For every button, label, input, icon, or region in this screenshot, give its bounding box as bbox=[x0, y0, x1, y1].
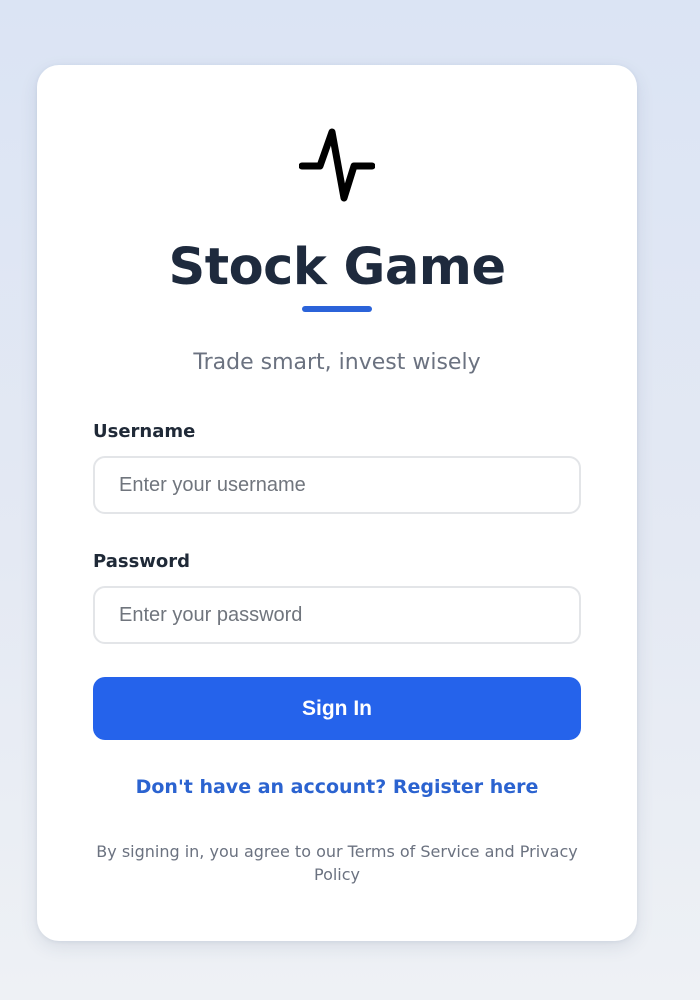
app-subtitle: Trade smart, invest wisely bbox=[193, 350, 481, 375]
password-label: Password bbox=[93, 551, 191, 572]
password-input[interactable] bbox=[93, 586, 581, 644]
terms-notice: By signing in, you agree to our Terms of… bbox=[96, 842, 578, 884]
username-label: Username bbox=[93, 421, 196, 442]
pulse-line-icon bbox=[299, 128, 375, 202]
username-input[interactable] bbox=[93, 456, 581, 514]
title-underline bbox=[302, 306, 372, 312]
sign-in-button[interactable]: Sign In bbox=[93, 677, 581, 740]
register-link[interactable]: Don't have an account? Register here bbox=[37, 774, 637, 800]
app-title: Stock Game bbox=[168, 238, 506, 297]
login-card: Stock Game Trade smart, invest wisely Us… bbox=[37, 65, 637, 941]
